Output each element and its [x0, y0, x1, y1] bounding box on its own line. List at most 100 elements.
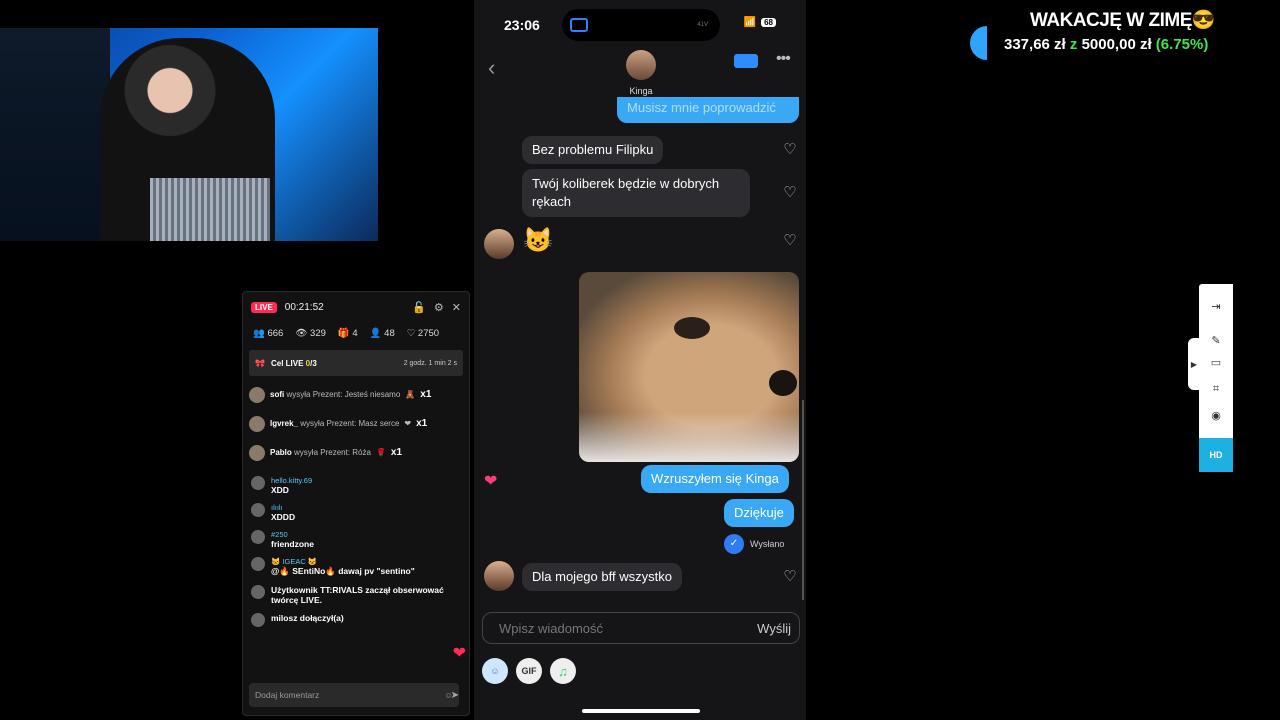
sender-avatar[interactable] [484, 229, 514, 259]
dog-eye [674, 317, 710, 339]
sticker-button[interactable]: ☺ [482, 658, 508, 684]
scrollbar[interactable] [802, 400, 804, 600]
heart-outline-icon: ♡ [406, 327, 416, 339]
goal-label: Cel LIVE 0/3 [270, 358, 317, 368]
record-icon[interactable]: ◉ [1209, 409, 1223, 423]
message-sent[interactable]: Wzruszyłem się Kinga [641, 465, 789, 493]
avatar [251, 530, 265, 544]
live-badge: LIVE [251, 301, 277, 313]
rose-icon: 🌹 [375, 448, 386, 457]
webcam-feed [0, 28, 378, 241]
heart-react-icon[interactable]: ♡ [782, 233, 798, 249]
home-indicator[interactable] [582, 709, 700, 713]
phone-screen: 23:06 41V 📶 68 ‹ Kinga ••• Musisz mnie p… [474, 0, 806, 720]
gift-item: Pablo wysyła Prezent: Róża 🌹 x1 [249, 438, 463, 467]
heart-react-icon[interactable]: ♡ [782, 569, 798, 585]
heart-react-icon[interactable]: ♡ [782, 185, 798, 201]
webcam-background-shelf [0, 28, 110, 241]
live-stats: 👥 666 👁 329 🎁 4 👤 48 ♡ 2750 [243, 322, 469, 344]
battery-icon: 68 [761, 18, 776, 27]
message-received[interactable]: Twój koliberek będzie w dobrych rękach [522, 169, 750, 217]
chat-message: milosz dołączył(a) [251, 613, 461, 627]
users-icon: 👥 [253, 327, 265, 339]
chat-message: ılıılı XDDD [251, 503, 461, 522]
avatar [251, 503, 265, 517]
contact-name[interactable]: Kinga [614, 86, 668, 96]
avatar [249, 444, 265, 461]
message-received[interactable]: Bez problemu Filipku [522, 136, 664, 164]
dog-bed [579, 412, 799, 462]
users-stat: 👥 666 [253, 327, 284, 339]
gift-item: sofi wysyła Prezent: Jesteś niesamo 🧸 x1 [249, 380, 463, 409]
goal-progress-circle [970, 26, 987, 60]
viewers-stat: 👁 329 [295, 327, 326, 339]
message-sent[interactable]: Musisz mnie poprowadzić [617, 97, 799, 123]
avatar [251, 585, 265, 599]
live-elapsed-time: 00:21:52 [284, 301, 324, 313]
live-panel-header: LIVE 00:21:52 🔓 ⚙ ✕ [243, 292, 469, 322]
gift-icon: 🧸 [405, 390, 416, 399]
pink-heart-reaction-icon[interactable]: ❤ [484, 471, 497, 491]
add-user-icon: 👤 [369, 327, 382, 339]
goal-amount: 337,66 zł z 5000,00 zł (6.75%) [1004, 36, 1209, 53]
dog-photo-message[interactable] [579, 272, 799, 462]
avatar [251, 557, 265, 571]
chat-list: hello.kitty.69 XDD ılıılı XDDD #250 friendz… [243, 472, 469, 639]
sender-avatar[interactable] [484, 561, 514, 591]
donation-goal-widget: WAKACJĘ W ZIMĘ😎 337,66 zł z 5000,00 zł (… [970, 4, 1250, 64]
contact-avatar[interactable] [626, 50, 656, 80]
message-input[interactable]: Wpisz wiadomość Wyślij [482, 612, 800, 644]
chat-message: #250 friendzone [251, 530, 461, 549]
message-received[interactable]: Dla mojego bff wszystko [522, 563, 682, 591]
chat-message: hello.kitty.69 XDD [251, 476, 461, 495]
gift-icon: 🎁 [337, 327, 350, 339]
heart-react-icon[interactable]: ♡ [782, 142, 798, 158]
lock-icon[interactable]: 🔓 [412, 301, 426, 314]
more-icon[interactable]: ••• [776, 50, 791, 68]
chat-message: 🐱 IGEAC 🐱 @🔥 SEntiNo🔥 dawaj pv "sentino" [251, 557, 461, 577]
cat-emoji-message[interactable]: 😺 [523, 226, 553, 255]
video-call-icon[interactable] [734, 54, 758, 68]
gifts-stat: 🎁 4 [337, 327, 358, 339]
back-chevron-icon[interactable]: ‹ [488, 55, 495, 81]
like-heart-icon[interactable]: ❤ [453, 643, 466, 663]
goal-icon: 🎀 [255, 358, 265, 368]
gift-item: lgvrek_ wysyła Prezent: Masz serce ❤ x1 [249, 409, 463, 438]
lens-label: 41V [697, 22, 708, 28]
avatar [251, 613, 265, 627]
followers-stat: 👤 48 [369, 327, 395, 339]
music-button[interactable]: ♫ [550, 658, 576, 684]
gif-button[interactable]: GIF [516, 658, 542, 684]
dynamic-island: 41V [562, 9, 720, 41]
composer-tools: ☺ GIF ♫ [482, 658, 576, 684]
status-bar: 23:06 41V 📶 68 [474, 0, 806, 50]
avatar [251, 476, 265, 490]
pen-icon[interactable]: ✎ [1209, 334, 1223, 348]
likes-stat: ♡ 2750 [406, 327, 440, 339]
checkmark-icon: ✓ [724, 534, 744, 554]
wifi-icon: 📶 [743, 17, 757, 28]
goal-remaining: 2 godz. 1 min 2 s [403, 359, 457, 367]
sent-status: ✓ Wysłano [724, 534, 784, 554]
send-icon[interactable]: ➤ [451, 690, 459, 701]
send-button[interactable]: Wyślij [757, 621, 791, 636]
eraser-icon[interactable]: ▭ [1209, 356, 1223, 370]
avatar [249, 415, 265, 432]
clock: 23:06 [504, 17, 540, 33]
eye-icon: 👁 [295, 327, 308, 339]
comment-input[interactable]: Dodaj komentarz ☺ [249, 683, 459, 707]
live-panel: LIVE 00:21:52 🔓 ⚙ ✕ 👥 666 👁 329 🎁 4 👤 48… [242, 291, 470, 716]
gift-icon: ❤ [404, 419, 412, 428]
hd-button[interactable]: HD [1199, 438, 1233, 472]
live-goal[interactable]: 🎀 Cel LIVE 0/3 2 godz. 1 min 2 s [249, 350, 463, 376]
gift-list: sofi wysyła Prezent: Jesteś niesamo 🧸 x1… [243, 378, 469, 472]
webcam-desk [150, 178, 270, 241]
crop-icon[interactable]: ⌗ [1209, 382, 1223, 396]
close-icon[interactable]: ✕ [452, 301, 461, 314]
avatar [249, 386, 265, 403]
exit-icon[interactable]: ⇥ [1209, 300, 1223, 314]
dog-nose [769, 370, 797, 396]
goal-title: WAKACJĘ W ZIMĘ😎 [1030, 10, 1216, 31]
message-sent[interactable]: Dziękuje [724, 499, 794, 527]
settings-icon[interactable]: ⚙ [434, 301, 444, 314]
